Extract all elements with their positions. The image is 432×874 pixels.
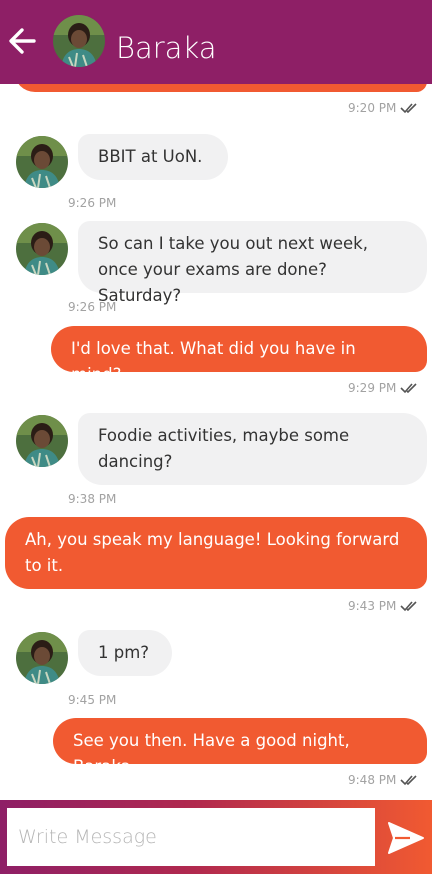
message-composer [0, 800, 432, 874]
message-bubble-incoming: 1 pm? [78, 630, 172, 676]
avatar[interactable] [16, 223, 68, 275]
arrow-left-icon[interactable] [6, 25, 38, 57]
message-timestamp: 9:48 PM [348, 773, 397, 787]
message-timestamp: 9:38 PM [68, 492, 117, 506]
read-receipt-icon [400, 383, 417, 394]
message-list[interactable]: 9:20 PM BBIT at UoN. 9:26 PM So can I ta… [0, 0, 432, 800]
avatar[interactable] [16, 415, 68, 467]
message-bubble-incoming: BBIT at UoN. [78, 134, 228, 180]
avatar[interactable] [16, 136, 68, 188]
message-bubble-outgoing: I'd love that. What did you have in mind… [51, 326, 427, 384]
message-timestamp: 9:20 PM [348, 101, 397, 115]
message-timestamp: 9:26 PM [68, 196, 117, 210]
message-timestamp: 9:45 PM [68, 693, 117, 707]
read-receipt-icon [400, 601, 417, 612]
message-timestamp: 9:29 PM [348, 381, 397, 395]
message-bubble-outgoing: Ah, you speak my language! Looking forwa… [5, 517, 427, 589]
message-bubble-outgoing: See you then. Have a good night, Baraka [53, 718, 427, 776]
message-bubble-incoming: So can I take you out next week, once yo… [78, 221, 427, 305]
contact-name: Baraka [116, 31, 217, 65]
avatar[interactable] [16, 632, 68, 684]
contact-avatar[interactable] [53, 15, 105, 67]
send-icon[interactable] [386, 818, 426, 858]
message-timestamp: 9:43 PM [348, 599, 397, 613]
read-receipt-icon [400, 775, 417, 786]
message-timestamp: 9:26 PM [68, 300, 117, 314]
message-bubble-incoming: Foodie activities, maybe some dancing? [78, 413, 427, 485]
read-receipt-icon [400, 103, 417, 114]
chat-header: Baraka [0, 0, 432, 84]
message-input[interactable] [7, 808, 375, 866]
